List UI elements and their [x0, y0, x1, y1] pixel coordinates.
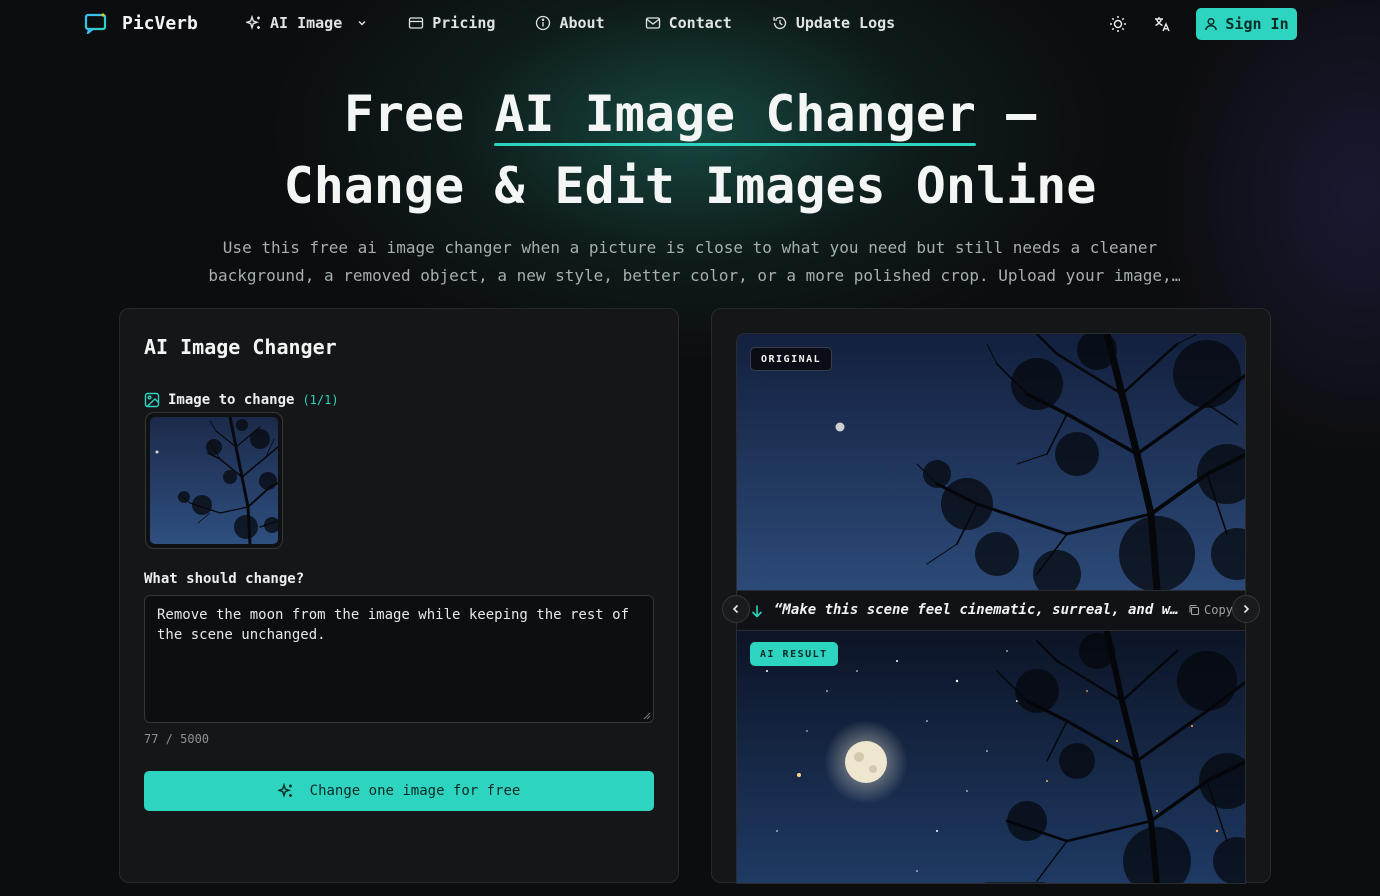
image-count: (1/1): [302, 393, 339, 407]
nav-pricing[interactable]: Pricing: [408, 14, 495, 32]
card-icon: [409, 17, 424, 29]
original-image: [737, 334, 1245, 590]
ai-result-tag: AI RESULT: [750, 642, 838, 666]
chevron-left-icon: [732, 604, 739, 614]
change-prompt-textarea[interactable]: Remove the moon from the image while kee…: [144, 595, 654, 723]
hero-title-highlight: AI Image Changer: [494, 78, 976, 150]
change-image-button[interactable]: Change one image for free: [144, 771, 654, 811]
nav-contact-label: Contact: [668, 14, 732, 32]
nav-about[interactable]: About: [535, 14, 605, 32]
copy-label: Copy: [1204, 603, 1233, 617]
mail-icon: [645, 17, 660, 29]
sun-icon: [1110, 16, 1126, 32]
translate-icon: [1155, 17, 1170, 32]
image-icon: [144, 392, 160, 408]
user-icon: [1205, 17, 1218, 31]
nav-links: AI Image Pricing About Contact Update Lo…: [246, 14, 895, 32]
char-counter: 77 / 5000: [144, 732, 210, 746]
original-tag: ORIGINAL: [750, 347, 833, 371]
chevron-right-icon: [1243, 604, 1250, 614]
nav-ai-image[interactable]: AI Image: [246, 14, 368, 32]
brand-logo[interactable]: PicVerb: [84, 12, 198, 36]
uploaded-image-thumbnail[interactable]: [145, 412, 283, 549]
sparkles-icon: [246, 15, 260, 30]
info-icon: [536, 15, 551, 31]
theme-toggle[interactable]: [1108, 14, 1128, 34]
prompt-text: Remove the moon from the image while kee…: [157, 607, 630, 643]
prompt-caption-bar: “Make this scene feel cinematic, surreal…: [737, 590, 1245, 631]
before-after-viewer: ORIGINAL AI RESULT “Make this scene feel…: [736, 333, 1246, 884]
preview-panel: ORIGINAL AI RESULT “Make this scene feel…: [711, 308, 1271, 884]
resize-handle-icon[interactable]: [643, 712, 651, 720]
editor-panel: AI Image Changer Image to change (1/1) W…: [119, 308, 679, 883]
chevron-down-icon: [358, 21, 366, 26]
copy-prompt-button[interactable]: Copy: [1188, 603, 1233, 617]
top-navbar: PicVerb AI Image Pricing About Contact U…: [0, 0, 1380, 48]
carousel-indicators: [979, 882, 1051, 883]
nav-update-logs[interactable]: Update Logs: [772, 14, 895, 32]
nav-ai-image-label: AI Image: [270, 14, 343, 32]
nav-actions: Sign In: [1108, 8, 1297, 40]
carousel-next-button[interactable]: [1232, 595, 1260, 623]
change-image-button-label: Change one image for free: [309, 783, 521, 799]
image-label-text: Image to change: [168, 392, 295, 408]
change-question-label: What should change?: [144, 571, 305, 587]
editor-title: AI Image Changer: [144, 335, 337, 359]
logo-icon: [84, 12, 108, 36]
arrow-down-icon: [751, 605, 763, 618]
prompt-caption: “Make this scene feel cinematic, surreal…: [774, 602, 1184, 618]
carousel-prev-button[interactable]: [722, 595, 750, 623]
sign-in-button[interactable]: Sign In: [1196, 8, 1297, 40]
sign-in-label: Sign In: [1225, 15, 1289, 33]
nav-pricing-label: Pricing: [432, 14, 496, 32]
history-icon: [773, 16, 786, 30]
nav-update-logs-label: Update Logs: [795, 14, 896, 32]
hero-title-pre: Free: [343, 85, 495, 143]
ai-result-image: [737, 631, 1245, 883]
image-to-change-label: Image to change (1/1): [144, 392, 339, 408]
nav-about-label: About: [559, 14, 605, 32]
copy-icon: [1189, 604, 1200, 616]
hero-title-post: —: [975, 85, 1037, 143]
language-switcher[interactable]: [1152, 14, 1172, 34]
nav-contact[interactable]: Contact: [645, 14, 732, 32]
thumbnail-image: [150, 417, 278, 544]
sparkles-icon: [277, 783, 292, 798]
hero-subtitle: Use this free ai image changer when a pi…: [208, 238, 1172, 285]
hero-title-line2: Change & Edit Images Online: [283, 157, 1097, 215]
brand-name: PicVerb: [122, 12, 198, 34]
hero-title: Free AI Image Changer — Change & Edit Im…: [190, 78, 1190, 222]
